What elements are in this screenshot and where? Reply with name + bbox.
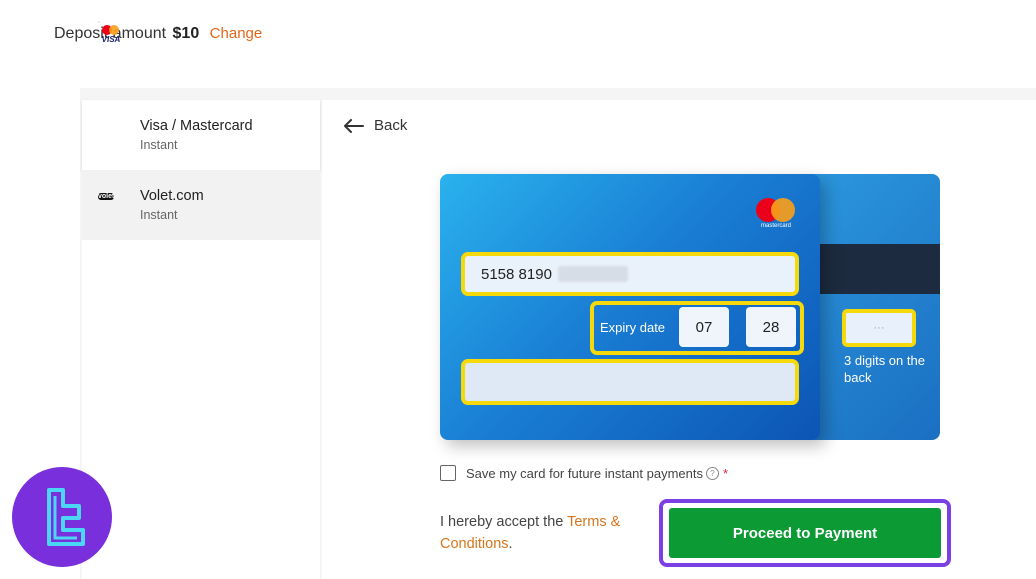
mastercard-brand-text: mastercard <box>760 223 791 229</box>
required-mark: * <box>723 465 729 481</box>
back-button[interactable]: Back <box>344 117 407 134</box>
expiry-year-input[interactable]: 28 <box>746 307 796 347</box>
deposit-amount: $10 <box>172 25 200 42</box>
payment-method-sub: Instant <box>140 138 178 152</box>
change-amount-link[interactable]: Change <box>210 25 263 42</box>
deposit-amount-row: Deposit amount $10 Change <box>54 25 262 43</box>
proceed-to-payment-button[interactable]: Proceed to Payment <box>669 508 941 558</box>
magnetic-stripe <box>800 244 940 294</box>
brand-logo-icon <box>12 467 112 567</box>
cvv-input[interactable]: ··· <box>842 309 916 347</box>
expiry-date-label: Expiry date <box>600 320 666 335</box>
payment-method-name: Volet.com <box>140 188 204 204</box>
cardholder-name-input[interactable] <box>461 359 799 405</box>
top-bar: Deposit amount $10 Change <box>0 0 1036 88</box>
help-icon[interactable]: ? <box>706 466 719 480</box>
visa-mastercard-logo-icon: VISA <box>98 21 120 44</box>
save-card-label: Save my card for future instant payments <box>466 465 703 481</box>
payment-method-name: Visa / Mastercard <box>140 118 253 134</box>
card-number-value: 5158 8190 <box>481 265 552 283</box>
payment-method-volet[interactable]: Volet.com Instant <box>82 170 320 240</box>
save-card-checkbox[interactable] <box>440 465 456 481</box>
card-number-input[interactable]: 5158 8190 <box>461 252 799 296</box>
terms-prefix: I hereby accept the <box>440 514 564 530</box>
arrow-left-icon <box>344 118 364 133</box>
terms-suffix: . <box>508 536 513 552</box>
mastercard-logo-icon: mastercard <box>755 198 797 232</box>
card-number-masked <box>557 266 628 282</box>
cvv-hint: 3 digits on the back <box>844 353 925 385</box>
payment-method-visa-mastercard[interactable]: Visa / Mastercard Instant <box>82 100 320 170</box>
expiry-month-input[interactable]: 07 <box>679 307 729 347</box>
save-card-row: Save my card for future instant payments… <box>440 465 728 481</box>
terms-text: I hereby accept the Terms & Conditions. <box>440 511 650 555</box>
volet-logo-icon: volet <box>98 193 115 200</box>
payment-method-sub: Instant <box>140 208 178 222</box>
back-label: Back <box>374 117 408 134</box>
